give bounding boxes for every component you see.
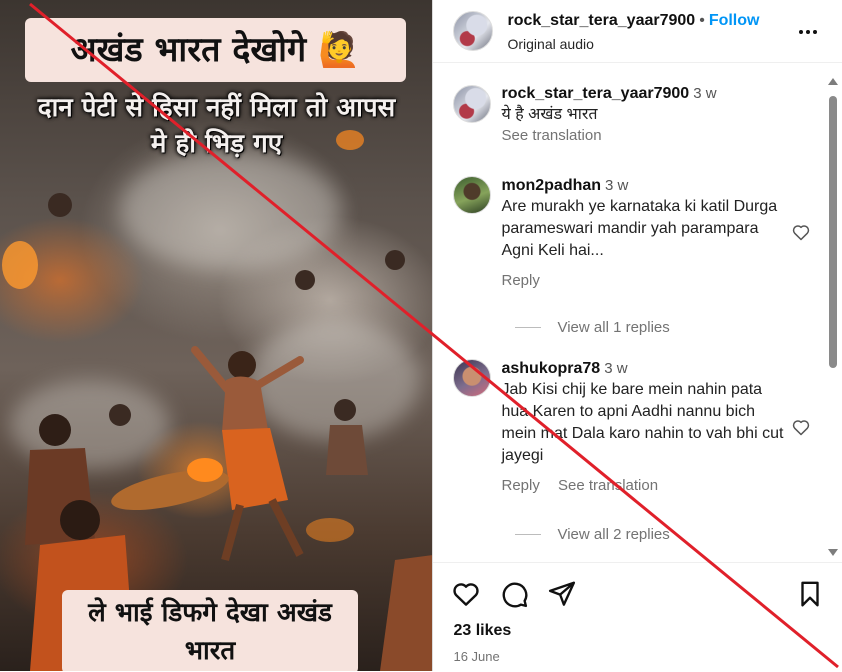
divider-line (515, 327, 542, 328)
reply-button[interactable]: Reply (501, 477, 539, 494)
divider-line (515, 534, 542, 535)
comments-list: rock_star_tera_yaar7900 3 w ये है अखंड भा… (433, 63, 842, 558)
avatar[interactable] (453, 11, 494, 51)
follow-button[interactable]: Follow (709, 12, 760, 29)
heart-icon[interactable] (791, 222, 811, 242)
comment-meta: Reply See translation (501, 477, 791, 494)
comment-age: 3 w (604, 360, 628, 377)
see-translation-link[interactable]: See translation (501, 127, 791, 144)
header-username-row: rock_star_tera_yaar7900 • Follow (507, 12, 759, 30)
avatar[interactable] (453, 359, 492, 397)
post-panel: rock_star_tera_yaar7900 • Follow Original … (432, 0, 842, 671)
comments-scrollbar[interactable] (826, 74, 840, 560)
view-replies-label: View all 1 replies (557, 319, 670, 336)
reply-button[interactable]: Reply (501, 272, 539, 289)
caption-bottom-line-2: भारत (184, 636, 236, 666)
post-actions: 23 likes 16 June (433, 562, 842, 672)
heart-icon[interactable] (791, 417, 811, 437)
comment-body: ashukopra78 3 w Jab Kisi chij ke bare mei… (501, 360, 791, 494)
video-caption-bottom: ले भाई डिफगे देखा अखंड भारत (62, 590, 358, 671)
caption-bottom-line-1: ले भाई डिफगे देखा अखंड (88, 598, 332, 628)
video-overlay-text: दान पेटी से हिसा नहीं मिला तो आपस मे ही … (4, 90, 429, 162)
heart-icon[interactable] (451, 579, 481, 609)
audio-label[interactable]: Original audio (507, 36, 593, 52)
comment-icon[interactable] (499, 579, 529, 609)
caption-username[interactable]: rock_star_tera_yaar7900 (501, 85, 689, 102)
share-icon[interactable] (547, 579, 577, 609)
see-translation-link[interactable]: See translation (558, 477, 658, 494)
comment-username[interactable]: mon2padhan (501, 177, 601, 194)
caption-text: ये है अखंड भारत (501, 106, 598, 123)
scroll-up-icon[interactable] (828, 78, 838, 85)
view-replies-label: View all 2 replies (557, 526, 670, 543)
view-replies-button[interactable]: View all 1 replies (515, 319, 670, 336)
bookmark-icon[interactable] (795, 579, 825, 609)
video-frame[interactable]: अखंड भारत देखोगे 🙋 दान पेटी से हिसा नहीं… (0, 0, 433, 671)
caption-age: 3 w (693, 85, 717, 102)
comment-body: mon2padhan 3 w Are murakh ye karnataka ki… (501, 177, 791, 289)
post-viewer: अखंड भारत देखोगे 🙋 दान पेटी से हिसा नहीं… (0, 0, 842, 671)
comment-age: 3 w (605, 177, 629, 194)
overlay-line-1: दान पेटी से हिसा नहीं मिला तो आपस (37, 93, 396, 123)
avatar[interactable] (453, 85, 492, 123)
comment-text: Jab Kisi chij ke bare mein nahin pata hu… (501, 381, 784, 464)
post-date: 16 June (453, 649, 500, 664)
post-header: rock_star_tera_yaar7900 • Follow Original … (433, 0, 842, 63)
avatar[interactable] (453, 176, 492, 214)
caption-body: rock_star_tera_yaar7900 3 w ये है अखंड भा… (501, 85, 791, 144)
more-options-icon[interactable] (796, 20, 820, 44)
header-username[interactable]: rock_star_tera_yaar7900 (507, 12, 695, 29)
view-replies-button[interactable]: View all 2 replies (515, 526, 670, 543)
comment-meta: Reply (501, 272, 791, 289)
scroll-down-icon[interactable] (828, 549, 838, 556)
video-caption-top: अखंड भारत देखोगे 🙋 (25, 18, 406, 82)
comment-text: Are murakh ye karnataka ki katil Durga p… (501, 198, 778, 259)
separator-dot: • (699, 12, 705, 29)
overlay-line-2: मे ही भिड़ गए (150, 129, 283, 159)
comment-username[interactable]: ashukopra78 (501, 360, 600, 377)
likes-count[interactable]: 23 likes (453, 622, 511, 640)
scroll-thumb[interactable] (829, 96, 837, 368)
